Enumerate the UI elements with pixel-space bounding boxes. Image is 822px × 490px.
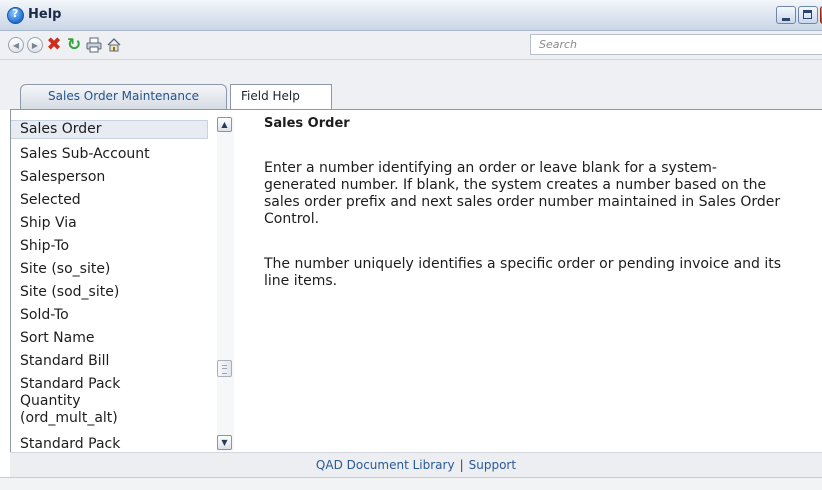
description-line: Control. <box>264 211 320 227</box>
list-item[interactable]: (ord_mult_alt) <box>20 410 210 427</box>
tab-sales-order-maintenance[interactable]: Sales Order Maintenance <box>20 84 227 109</box>
list-item[interactable]: Sales Order <box>11 120 208 139</box>
description-line: Enter a number identifying an order or l… <box>264 160 717 176</box>
list-item[interactable]: Standard Bill <box>20 353 210 370</box>
back-icon[interactable]: ◀ <box>8 37 24 53</box>
tab-field-help[interactable]: Field Help <box>230 84 332 109</box>
help-content: Sales Order Enter a number identifying a… <box>264 110 822 450</box>
stop-icon[interactable]: ✖ <box>46 36 62 54</box>
search-field[interactable] <box>530 34 822 55</box>
search-input[interactable] <box>531 35 822 54</box>
footer: QAD Document Library | Support <box>10 452 822 478</box>
support-link[interactable]: Support <box>469 458 516 472</box>
list-item[interactable]: Standard Pack <box>20 436 210 452</box>
list-item[interactable]: Sales Sub-Account <box>20 146 210 163</box>
list-item[interactable]: Standard Pack <box>20 376 210 393</box>
list-item[interactable]: Quantity <box>20 393 210 410</box>
refresh-icon[interactable]: ↻ <box>66 37 82 54</box>
scroll-up-icon[interactable]: ▲ <box>217 117 232 132</box>
description-line: line items. <box>264 273 338 289</box>
toolbar: ◀ ▶ ✖ ↻ <box>0 31 822 60</box>
description-line: The number uniquely identifies a specifi… <box>264 256 782 272</box>
home-icon[interactable] <box>106 37 122 53</box>
minimize-button[interactable] <box>776 6 796 24</box>
footer-separator: | <box>459 458 464 472</box>
list-item[interactable]: Selected <box>20 192 210 209</box>
field-list: Sales Order Sales Sub-Account Salesperso… <box>10 110 243 452</box>
scroll-down-icon[interactable]: ▼ <box>217 435 232 450</box>
list-item[interactable]: Site (so_site) <box>20 261 210 278</box>
tab-strip: Sales Order Maintenance Field Help <box>0 60 822 110</box>
maximize-button[interactable] <box>798 6 818 24</box>
list-item[interactable]: Salesperson <box>20 169 210 186</box>
description-line: sales order prefix and next sales order … <box>264 194 781 210</box>
list-item[interactable]: Sort Name <box>20 330 210 347</box>
list-item[interactable]: Sold-To <box>20 307 210 324</box>
description-line: generated number. If blank, the system c… <box>264 177 767 193</box>
list-item[interactable]: Ship-To <box>20 238 210 255</box>
print-icon[interactable] <box>86 37 102 53</box>
list-item[interactable]: Site (sod_site) <box>20 284 210 301</box>
window-title: Help <box>28 7 62 22</box>
help-icon <box>7 7 24 24</box>
title-bar: Help <box>0 0 822 31</box>
scroll-thumb[interactable] <box>217 360 232 377</box>
document-library-link[interactable]: QAD Document Library <box>316 458 455 472</box>
forward-icon[interactable]: ▶ <box>27 37 43 53</box>
field-title: Sales Order <box>264 116 350 131</box>
status-bar <box>0 477 822 490</box>
list-scrollbar[interactable]: ▲ ▼ <box>217 117 234 451</box>
list-item[interactable]: Ship Via <box>20 215 210 232</box>
